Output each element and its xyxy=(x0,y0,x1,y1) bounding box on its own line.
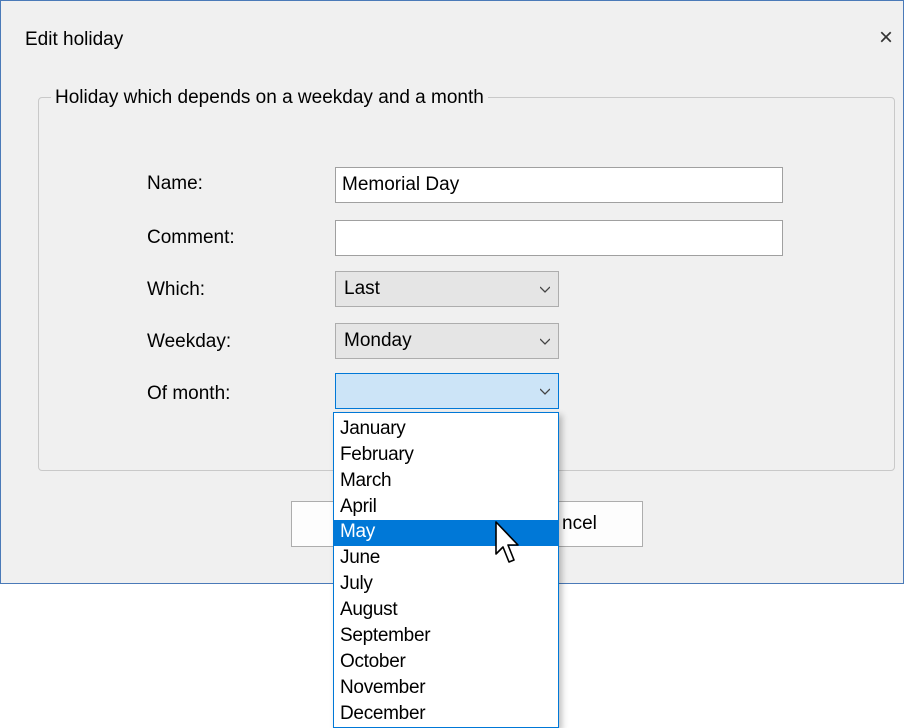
mouse-pointer-icon xyxy=(495,521,519,563)
which-label: Which: xyxy=(147,279,206,300)
which-value: Last xyxy=(344,278,380,299)
month-option-january[interactable]: January xyxy=(334,417,558,443)
month-option-may[interactable]: May xyxy=(334,520,558,546)
month-option-april[interactable]: April xyxy=(334,495,558,521)
month-option-march[interactable]: March xyxy=(334,469,558,495)
which-select[interactable]: Last xyxy=(335,271,559,307)
month-option-october[interactable]: October xyxy=(334,650,558,676)
month-label: Of month: xyxy=(147,383,231,404)
name-field[interactable]: Memorial Day xyxy=(335,167,783,203)
chevron-down-icon xyxy=(540,338,550,345)
month-dropdown-list[interactable]: January February March April May June Ju… xyxy=(333,412,559,728)
month-option-june[interactable]: June xyxy=(334,546,558,572)
month-select[interactable] xyxy=(335,373,559,409)
title-bar: Edit holiday × xyxy=(1,1,903,77)
name-label: Name: xyxy=(147,173,203,194)
month-option-august[interactable]: August xyxy=(334,598,558,624)
dialog-title: Edit holiday xyxy=(25,29,124,50)
comment-label: Comment: xyxy=(147,227,235,248)
chevron-down-icon xyxy=(540,388,550,395)
month-option-july[interactable]: July xyxy=(334,572,558,598)
month-option-september[interactable]: September xyxy=(334,624,558,650)
cancel-label: ncel xyxy=(562,513,597,534)
close-button[interactable]: × xyxy=(867,23,904,53)
weekday-select[interactable]: Monday xyxy=(335,323,559,359)
month-option-february[interactable]: February xyxy=(334,443,558,469)
weekday-label: Weekday: xyxy=(147,331,232,352)
comment-field[interactable] xyxy=(335,220,783,256)
weekday-value: Monday xyxy=(344,330,412,351)
month-option-november[interactable]: November xyxy=(334,676,558,702)
month-option-december[interactable]: December xyxy=(334,702,558,727)
chevron-down-icon xyxy=(540,286,550,293)
group-label: Holiday which depends on a weekday and a… xyxy=(51,87,488,109)
